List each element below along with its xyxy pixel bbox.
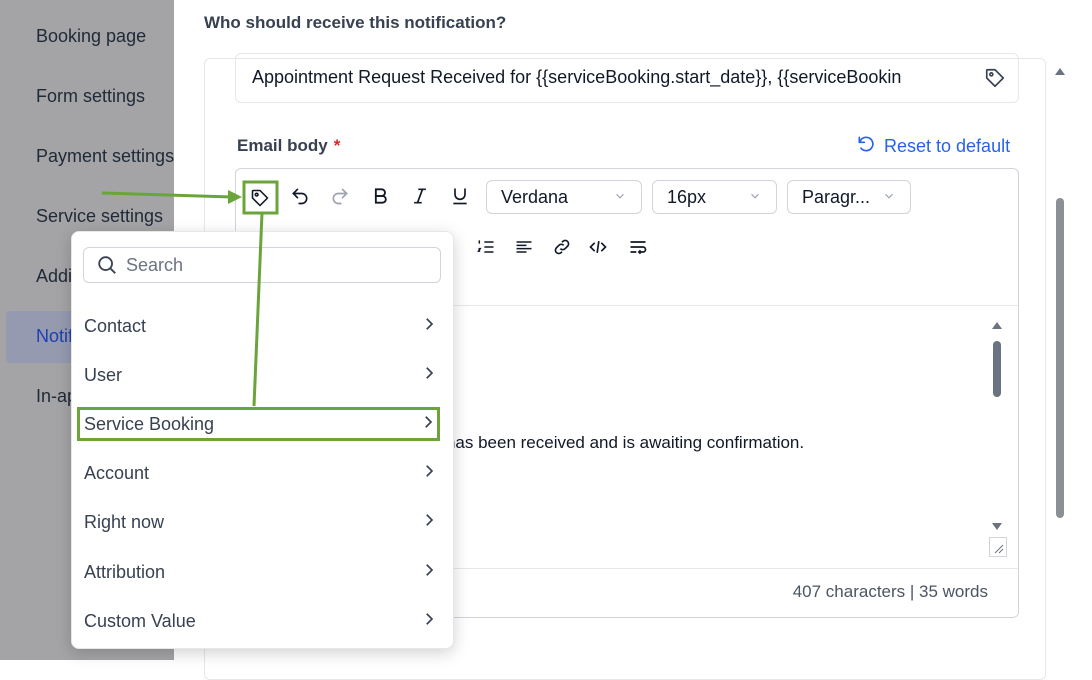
reset-to-default-button[interactable]: Reset to default [856, 134, 1010, 159]
chevron-right-icon [420, 511, 438, 534]
insert-tag-button[interactable] [246, 184, 274, 212]
font-size-value: 16px [667, 186, 707, 207]
email-body-text[interactable]: st has been received and is awaiting con… [428, 433, 804, 453]
chevron-right-icon [420, 561, 438, 584]
search-icon [96, 254, 118, 281]
chevron-right-icon [420, 315, 438, 338]
sidebar-item-notifications[interactable]: Notif [36, 326, 73, 347]
subject-value: Appointment Request Received for {{servi… [252, 67, 902, 87]
menu-item-account[interactable]: Account [78, 456, 438, 490]
editor-scrollbar[interactable] [989, 317, 1005, 557]
align-left-button[interactable] [510, 235, 538, 263]
sidebar-item-form-settings[interactable]: Form settings [36, 86, 145, 107]
menu-item-custom-value[interactable]: Custom Value [78, 604, 438, 638]
menu-item-label: Account [84, 462, 150, 483]
chevron-down-icon [613, 187, 627, 208]
italic-icon [410, 186, 430, 211]
reset-icon [856, 134, 876, 159]
link-icon [552, 237, 572, 262]
undo-icon [290, 186, 310, 211]
menu-item-attribution[interactable]: Attribution [78, 555, 438, 589]
underline-icon [450, 186, 470, 211]
tag-icon[interactable] [984, 67, 1006, 94]
underline-button[interactable] [446, 184, 474, 212]
page-scrollbar[interactable] [1052, 60, 1068, 530]
undo-button[interactable] [286, 184, 314, 212]
chevron-down-icon [882, 187, 896, 208]
email-body-label: Email body * [237, 136, 341, 155]
menu-item-user[interactable]: User [78, 358, 438, 392]
wrap-text-icon [628, 237, 648, 262]
menu-item-label: User [84, 364, 123, 385]
redo-button[interactable] [326, 184, 354, 212]
code-icon [588, 237, 608, 262]
menu-item-label: Contact [84, 315, 147, 336]
numbered-list-button[interactable] [472, 235, 500, 263]
numbered-list-icon [476, 237, 496, 262]
character-word-count: 407 characters | 35 words [792, 582, 988, 601]
block-format-select[interactable]: Paragr... [787, 180, 911, 214]
menu-item-label: Custom Value [84, 610, 196, 631]
menu-item-label: Service Booking [84, 413, 215, 434]
required-mark: * [333, 136, 341, 155]
merge-tag-menu: Contact User Service Booking Account Rig… [71, 231, 454, 649]
menu-search-box[interactable] [83, 247, 441, 283]
menu-item-label: Right now [84, 511, 165, 532]
link-button[interactable] [548, 235, 576, 263]
chevron-right-icon [420, 364, 438, 387]
subject-field[interactable]: Appointment Request Received for {{servi… [235, 53, 1019, 103]
sidebar-item-payment-settings[interactable]: Payment settings [36, 146, 174, 167]
chevron-right-icon [420, 462, 438, 485]
font-size-select[interactable]: 16px [652, 180, 777, 214]
font-family-value: Verdana [501, 186, 569, 207]
align-left-icon [514, 237, 534, 262]
resize-handle[interactable] [989, 537, 1007, 557]
bold-button[interactable] [366, 184, 394, 212]
code-button[interactable] [584, 235, 612, 263]
search-input[interactable] [124, 250, 428, 280]
reset-label: Reset to default [884, 136, 1011, 156]
menu-item-contact[interactable]: Contact [78, 309, 438, 343]
recipient-question: Who should receive this notification? [204, 13, 507, 32]
sidebar-item-booking-page[interactable]: Booking page [36, 26, 146, 47]
chevron-right-icon [420, 610, 438, 633]
menu-item-service-booking[interactable]: Service Booking [77, 407, 440, 441]
bold-icon [370, 186, 390, 211]
menu-item-right-now[interactable]: Right now [78, 505, 438, 539]
wrap-text-button[interactable] [624, 235, 652, 263]
redo-icon [330, 186, 350, 211]
sidebar-item-additional[interactable]: Addi [36, 266, 72, 287]
menu-item-label: Attribution [84, 561, 166, 582]
chevron-down-icon [748, 187, 762, 208]
chevron-right-icon [419, 413, 437, 436]
font-family-select[interactable]: Verdana [486, 180, 642, 214]
italic-button[interactable] [406, 184, 434, 212]
block-format-value: Paragr... [802, 186, 871, 207]
sidebar-item-service-settings[interactable]: Service settings [36, 206, 163, 227]
